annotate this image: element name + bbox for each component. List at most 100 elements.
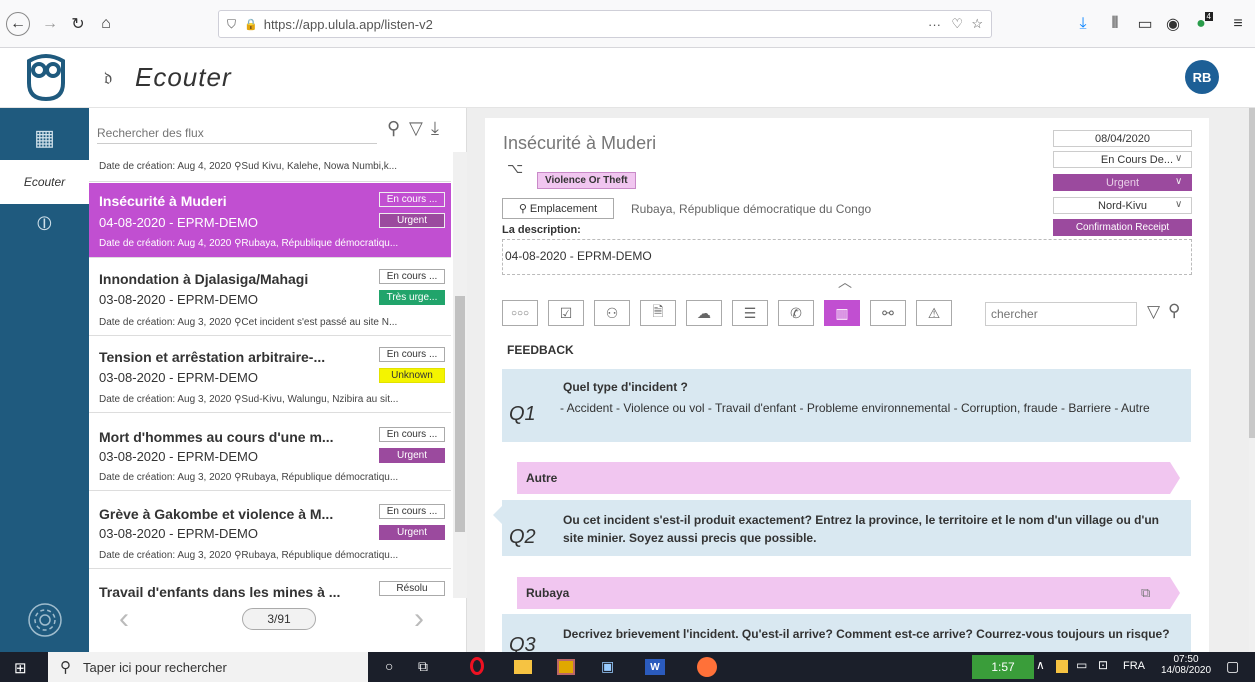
list-item[interactable]: Tension et arrêstation arbitraire-... 03… xyxy=(89,337,451,413)
confirmation-button[interactable]: Confirmation Receipt xyxy=(1053,219,1192,236)
status-badge[interactable]: Résolu xyxy=(379,581,445,596)
file-explorer-icon[interactable] xyxy=(514,660,532,674)
answer-arrow xyxy=(1170,577,1180,609)
tree-icon[interactable]: ⌥ xyxy=(507,160,523,177)
alert-icon[interactable]: ⚠ xyxy=(916,300,952,326)
chevron-up-icon[interactable]: ∧ xyxy=(1036,658,1045,672)
avatar[interactable]: RB xyxy=(1185,60,1219,94)
translate-icon[interactable]: ⧉ xyxy=(1141,585,1150,601)
priority-badge[interactable]: Urgent xyxy=(379,525,445,540)
cloud-upload-icon[interactable]: ☁ xyxy=(686,300,722,326)
description-field[interactable]: 04-08-2020 - EPRM-DEMO xyxy=(502,239,1192,275)
tray-app-icon[interactable] xyxy=(1056,660,1068,673)
priority-badge[interactable]: Urgent xyxy=(379,448,445,463)
incident-title[interactable]: Insécurité à Muderi xyxy=(503,133,656,154)
location-button[interactable]: ⚲ Emplacement xyxy=(502,198,614,219)
phone-icon[interactable]: ✆ xyxy=(778,300,814,326)
link-icon[interactable]: ⚯ xyxy=(870,300,906,326)
task-view-icon[interactable]: ⧉ xyxy=(418,658,428,675)
checkbox-icon[interactable]: ☑ xyxy=(548,300,584,326)
scroll-thumb[interactable] xyxy=(455,296,465,532)
dashboard-icon[interactable]: ▦ xyxy=(0,118,89,158)
menu-icon[interactable]: ≡ xyxy=(1226,12,1250,36)
cortana-icon[interactable]: ○ xyxy=(385,658,393,674)
prev-page-icon[interactable]: ‹ xyxy=(119,602,129,636)
network-icon[interactable]: ⊡ xyxy=(1098,658,1108,672)
account-icon[interactable]: ◉ xyxy=(1161,12,1185,36)
question-card: Q2 Ou cet incident s'est-il produit exac… xyxy=(502,500,1191,556)
list-item[interactable]: Travail d'enfants dans les mines à ... R… xyxy=(89,570,451,598)
media-player-icon[interactable] xyxy=(557,659,575,675)
status-badge[interactable]: En cours ... xyxy=(379,427,445,442)
clip-indicator[interactable]: 1:57 xyxy=(972,655,1034,679)
back-icon[interactable]: ← xyxy=(6,12,30,36)
search-input[interactable] xyxy=(97,122,377,144)
messages-icon[interactable]: ☰ xyxy=(732,300,768,326)
next-page-icon[interactable]: › xyxy=(414,602,424,636)
notifications-icon[interactable]: ▢ xyxy=(1226,658,1239,675)
status-badge[interactable]: En cours ... xyxy=(379,269,445,284)
priority-select[interactable]: Urgent xyxy=(1053,174,1192,191)
page-scrollbar[interactable] xyxy=(1249,108,1255,652)
search-icon[interactable]: ⚲ xyxy=(1168,301,1180,321)
answer-card[interactable]: Autre xyxy=(517,462,1170,494)
question-options: - Accident - Violence ou vol - Travail d… xyxy=(560,401,1150,415)
status-badge[interactable]: En cours ... xyxy=(379,192,445,207)
collapse-icon[interactable]: ︿ xyxy=(838,272,852,292)
date-field[interactable]: 08/04/2020 xyxy=(1053,130,1192,147)
status-badge[interactable]: En cours ... xyxy=(379,347,445,362)
more-icon[interactable]: ○○○ xyxy=(502,300,538,326)
language-indicator[interactable]: FRA xyxy=(1123,660,1145,672)
reload-icon[interactable]: ↻ xyxy=(66,12,90,36)
page-scroll-thumb[interactable] xyxy=(1249,108,1255,438)
question-text: Decrivez brievement l'incident. Qu'est-i… xyxy=(563,627,1170,641)
filter-icon[interactable]: ▽ xyxy=(409,118,423,139)
list-scrollbar[interactable] xyxy=(453,152,467,598)
list-item-partial[interactable]: Date de création: Aug 4, 2020 ⚲Sud Kivu,… xyxy=(89,152,451,182)
page-title: Ecouter xyxy=(135,62,232,92)
page-actions-icon[interactable]: ··· xyxy=(928,17,941,32)
detail-search-input[interactable] xyxy=(985,302,1137,326)
chart-icon[interactable]: ▥ xyxy=(824,300,860,326)
broadcast-icon[interactable]: ⦶ xyxy=(0,204,89,244)
list-item[interactable]: Insécurité à Muderi 04-08-2020 - EPRM-DE… xyxy=(89,183,451,258)
taskbar-search[interactable]: ⚲ Taper ici pour rechercher xyxy=(48,652,368,682)
priority-badge[interactable]: Très urge... xyxy=(379,290,445,305)
windows-start-icon[interactable]: ⊞ xyxy=(14,659,27,677)
document-edit-icon[interactable]: 🗎 xyxy=(640,300,676,326)
search-icon: ⚲ xyxy=(60,659,71,676)
battery-icon[interactable]: ▭ xyxy=(1076,658,1087,672)
settings-icon[interactable] xyxy=(0,598,89,642)
status-select[interactable]: En Cours De... xyxy=(1053,151,1192,168)
search-icon[interactable]: ⚲ xyxy=(387,118,400,139)
status-badge[interactable]: En cours ... xyxy=(379,504,445,519)
add-user-icon[interactable]: ⚇ xyxy=(594,300,630,326)
library-icon[interactable]: ⫴ xyxy=(1103,12,1127,36)
url-bar[interactable]: ⛉ 🔒 https://app.ulula.app/listen-v2 ··· … xyxy=(218,10,992,38)
region-select[interactable]: Nord-Kivu xyxy=(1053,197,1192,214)
home-icon[interactable]: ⌂ xyxy=(94,12,118,36)
firefox-icon[interactable] xyxy=(697,657,717,677)
list-item[interactable]: Innondation à Djalasiga/Mahagi 03-08-202… xyxy=(89,259,451,336)
list-item[interactable]: Grève à Gakombe et violence à M... 03-08… xyxy=(89,492,451,569)
forward-icon[interactable]: → xyxy=(38,12,62,36)
priority-badge[interactable]: Urgent xyxy=(379,213,445,228)
list-item-date: Date de création: Aug 4, 2020 ⚲Sud Kivu,… xyxy=(99,161,398,172)
sidebar-toggle-icon[interactable]: ▭ xyxy=(1133,12,1157,36)
url-text: https://app.ulula.app/listen-v2 xyxy=(263,16,433,32)
bookmark-star-icon[interactable]: ☆ xyxy=(971,16,983,32)
category-tag[interactable]: Violence Or Theft xyxy=(537,172,636,189)
sidebar-item-ecouter[interactable]: Ecouter xyxy=(0,160,89,204)
app-icon[interactable]: ▣ xyxy=(601,658,614,675)
extension-icon[interactable]: ● 4 xyxy=(1189,12,1213,36)
answer-card[interactable]: Rubaya xyxy=(517,577,1170,609)
download-icon[interactable]: ⤓ xyxy=(1071,12,1095,36)
clock[interactable]: 07:50 14/08/2020 xyxy=(1158,654,1214,676)
filter-icon[interactable]: ▽ xyxy=(1147,302,1160,322)
pocket-icon[interactable]: ♡ xyxy=(951,16,963,32)
opera-icon[interactable] xyxy=(470,657,484,675)
word-icon[interactable]: W xyxy=(645,659,665,675)
download-list-icon[interactable]: ⤓ xyxy=(431,118,439,139)
list-item[interactable]: Mort d'hommes au cours d'une m... 03-08-… xyxy=(89,414,451,491)
priority-badge[interactable]: Unknown xyxy=(379,368,445,383)
